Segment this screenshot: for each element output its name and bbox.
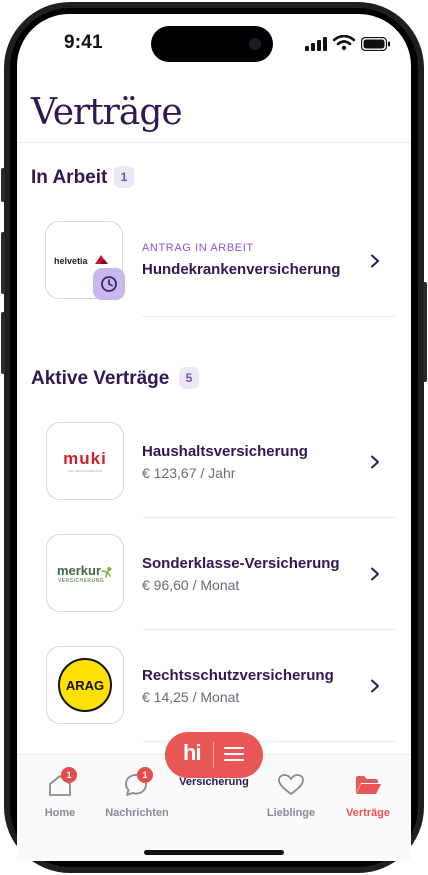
folder-icon [356, 776, 381, 794]
clock-icon [101, 276, 117, 292]
chevron-right-icon [371, 254, 379, 268]
status-time: 9:41 [64, 32, 103, 53]
arag-logo-text: ARAG [65, 677, 105, 693]
helvetia-logo-mark: helvetia [54, 255, 108, 266]
merkur-figure-icon [101, 566, 112, 578]
hi-menu-button[interactable] [165, 732, 263, 778]
merkur-logo-subtitle: VERSICHERUNG [57, 577, 105, 584]
nav-label-nachrichten: Nachrichten [105, 807, 169, 819]
contract-price: € 96,60 / Monat [142, 577, 240, 593]
nav-label-home: Home [44, 807, 76, 819]
power-button [423, 282, 427, 382]
contract-price: € 123,67 / Jahr [142, 465, 236, 481]
camera-icon [249, 38, 261, 50]
section-title-in-arbeit: In Arbeit [31, 167, 108, 188]
item-divider [142, 629, 396, 630]
nav-badge-nachrichten: 1 [137, 767, 153, 783]
muki-logo-text: muki [63, 449, 107, 468]
fab-divider [213, 742, 214, 768]
contract-title: Haushaltsversicherung [142, 443, 308, 460]
contract-price: € 14,25 / Monat [142, 689, 240, 705]
page-title: Verträge [31, 92, 183, 133]
chevron-right-icon [371, 679, 379, 693]
home-indicator [144, 850, 284, 855]
chevron-right-icon [371, 455, 379, 469]
status-label: ANTRAG IN ARBEIT [142, 242, 254, 254]
muki-logo-subtitle: DIE VERSICHERUNG [67, 469, 103, 473]
nav-badge-home: 1 [61, 767, 77, 783]
count-badge-aktive: 5 [179, 367, 199, 389]
merkur-logo-text: merkur [56, 562, 102, 578]
mute-switch [1, 168, 5, 202]
section-title-aktive: Aktive Verträge [31, 368, 170, 389]
item-divider [142, 316, 396, 317]
nav-label-lieblinge: Lieblinge [266, 807, 316, 819]
hi-logo: hi [183, 740, 202, 765]
menu-icon [224, 747, 244, 761]
battery-icon [361, 37, 390, 51]
volume-down-button [1, 312, 5, 374]
arag-logo-circle: ARAG [58, 658, 112, 712]
merkur-logo: merkur VERSICHERUNG [46, 534, 124, 612]
wifi-icon [333, 35, 355, 51]
svg-text:helvetia: helvetia [54, 256, 89, 266]
signal-icon [305, 37, 327, 51]
chevron-right-icon [371, 567, 379, 581]
contract-title: Rechtsschutzversicherung [142, 667, 334, 684]
count-badge-in-arbeit: 1 [114, 166, 134, 188]
item-divider [142, 517, 396, 518]
contract-title: Hundekrankenversicherung [142, 261, 341, 278]
arag-logo: ARAG [46, 646, 124, 724]
muki-logo: muki DIE VERSICHERUNG [46, 422, 124, 500]
heart-icon [278, 774, 304, 795]
volume-up-button [1, 232, 5, 294]
pending-clock-badge [93, 268, 125, 300]
nav-label-vertraege: Verträge [345, 807, 391, 819]
contract-title: Sonderklasse-Versicherung [142, 555, 340, 572]
header-divider [17, 142, 411, 143]
